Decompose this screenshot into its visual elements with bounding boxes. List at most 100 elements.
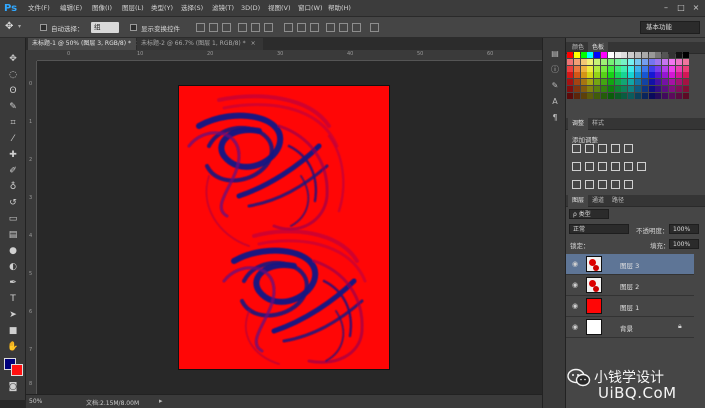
layer-filter-dropdown[interactable]: ρ 类型 <box>569 209 609 219</box>
color-swatch[interactable] <box>614 65 621 72</box>
history-brush-tool-icon[interactable]: ↺ <box>4 196 22 210</box>
color-swatch[interactable] <box>567 72 573 79</box>
brightness-icon[interactable] <box>572 144 581 153</box>
menu-layer[interactable]: 图层(L) <box>122 3 144 14</box>
posterize-icon[interactable] <box>585 180 594 189</box>
color-swatch[interactable] <box>614 52 621 58</box>
color-swatch[interactable] <box>594 65 601 72</box>
distribute-bottom-icon[interactable] <box>310 23 319 32</box>
threshold-icon[interactable] <box>598 180 607 189</box>
properties-panel-icon[interactable]: ⓘ <box>548 64 562 76</box>
color-swatch[interactable] <box>682 86 689 92</box>
blend-mode-dropdown[interactable]: 正常 <box>569 224 629 234</box>
color-swatch[interactable] <box>573 79 580 86</box>
blur-tool-icon[interactable]: ● <box>4 244 22 258</box>
distribute-left-icon[interactable] <box>326 23 335 32</box>
chevron-down-icon[interactable]: ▾ <box>18 23 21 30</box>
color-swatch[interactable] <box>682 52 689 58</box>
curves-icon[interactable] <box>598 144 607 153</box>
color-swatch[interactable] <box>587 92 594 99</box>
history-panel-icon[interactable]: ▤ <box>548 48 562 60</box>
color-swatch[interactable] <box>662 65 669 72</box>
color-swatch[interactable] <box>635 72 641 79</box>
menu-type[interactable]: 类型(Y) <box>151 3 173 14</box>
eye-icon[interactable]: ◉ <box>572 260 578 268</box>
color-swatch[interactable] <box>675 92 682 99</box>
color-swatch[interactable] <box>621 52 628 58</box>
menu-filter[interactable]: 滤镜(T) <box>212 3 234 14</box>
healing-brush-tool-icon[interactable]: ✚ <box>4 148 22 162</box>
color-swatch[interactable] <box>580 92 587 99</box>
color-swatch[interactable] <box>628 58 635 65</box>
color-swatch[interactable] <box>628 79 635 86</box>
color-swatch[interactable] <box>621 72 628 79</box>
color-swatch[interactable] <box>641 92 648 99</box>
maximize-button[interactable]: □ <box>676 3 686 13</box>
color-swatch[interactable] <box>567 92 573 99</box>
color-swatch[interactable] <box>601 79 607 86</box>
black-white-icon[interactable] <box>598 162 607 171</box>
color-swatch[interactable] <box>655 92 662 99</box>
color-swatch[interactable] <box>621 65 628 72</box>
color-swatch[interactable] <box>648 52 655 58</box>
lasso-tool-icon[interactable]: ʘ <box>4 84 22 98</box>
tab-styles[interactable]: 样式 <box>588 118 608 130</box>
invert-icon[interactable] <box>572 180 581 189</box>
levels-icon[interactable] <box>585 144 594 153</box>
tab-layers[interactable]: 图层 <box>568 195 589 207</box>
color-swatch[interactable] <box>587 79 594 86</box>
color-swatch[interactable] <box>669 65 675 72</box>
tab-document-1[interactable]: 未标题-1 @ 50% (图层 3, RGB/8) * × <box>28 38 141 50</box>
color-swatch[interactable] <box>669 92 675 99</box>
menu-edit[interactable]: 编辑(E) <box>60 3 82 14</box>
character-panel-icon[interactable]: A <box>548 96 562 108</box>
quick-select-tool-icon[interactable]: ✎ <box>4 100 22 114</box>
color-swatch[interactable] <box>594 72 601 79</box>
color-swatch[interactable] <box>662 52 669 58</box>
color-swatch[interactable] <box>628 72 635 79</box>
pen-tool-icon[interactable]: ✒ <box>4 276 22 290</box>
layer-row[interactable]: ◉ 图层 3 <box>566 254 694 275</box>
marquee-tool-icon[interactable]: ◌ <box>4 68 22 82</box>
color-swatch[interactable] <box>655 58 662 65</box>
color-swatch[interactable] <box>594 92 601 99</box>
color-swatch[interactable] <box>621 79 628 86</box>
align-left-icon[interactable] <box>238 23 247 32</box>
distribute-right-icon[interactable] <box>352 23 361 32</box>
close-icon[interactable]: × <box>251 40 256 47</box>
color-swatch[interactable] <box>580 52 587 58</box>
color-swatch[interactable] <box>675 58 682 65</box>
exposure-icon[interactable] <box>611 144 620 153</box>
color-swatch[interactable] <box>567 52 573 58</box>
color-swatch[interactable] <box>662 86 669 92</box>
color-swatch[interactable] <box>635 92 641 99</box>
color-swatch[interactable] <box>614 92 621 99</box>
hand-tool-icon[interactable]: ✋ <box>4 340 22 354</box>
color-swatch[interactable] <box>573 52 580 58</box>
color-swatch[interactable] <box>682 65 689 72</box>
menu-view[interactable]: 视图(V) <box>268 3 291 14</box>
color-swatch[interactable] <box>648 86 655 92</box>
selective-color-icon[interactable] <box>611 180 620 189</box>
color-swatch[interactable] <box>675 86 682 92</box>
tab-document-2[interactable]: 未标题-2 @ 66.7% (图层 1, RGB/8) * × <box>137 38 263 50</box>
color-swatch[interactable] <box>655 65 662 72</box>
color-swatch[interactable] <box>628 65 635 72</box>
swatch-grid[interactable] <box>567 52 691 102</box>
color-swatch[interactable] <box>621 92 628 99</box>
fill-input[interactable]: 100% <box>669 239 699 249</box>
background-color-swatch[interactable] <box>11 364 23 376</box>
menu-select[interactable]: 选择(S) <box>181 3 203 14</box>
align-hcenter-icon[interactable] <box>251 23 260 32</box>
color-swatch[interactable] <box>635 79 641 86</box>
eraser-tool-icon[interactable]: ▭ <box>4 212 22 226</box>
color-swatch[interactable] <box>614 72 621 79</box>
color-lookup-icon[interactable] <box>637 162 646 171</box>
color-swatch[interactable] <box>594 58 601 65</box>
color-swatch[interactable] <box>641 72 648 79</box>
color-swatch[interactable] <box>614 79 621 86</box>
color-swatch[interactable] <box>567 58 573 65</box>
crop-tool-icon[interactable]: ⌗ <box>4 116 22 130</box>
color-swatch[interactable] <box>621 86 628 92</box>
color-swatch[interactable] <box>587 58 594 65</box>
